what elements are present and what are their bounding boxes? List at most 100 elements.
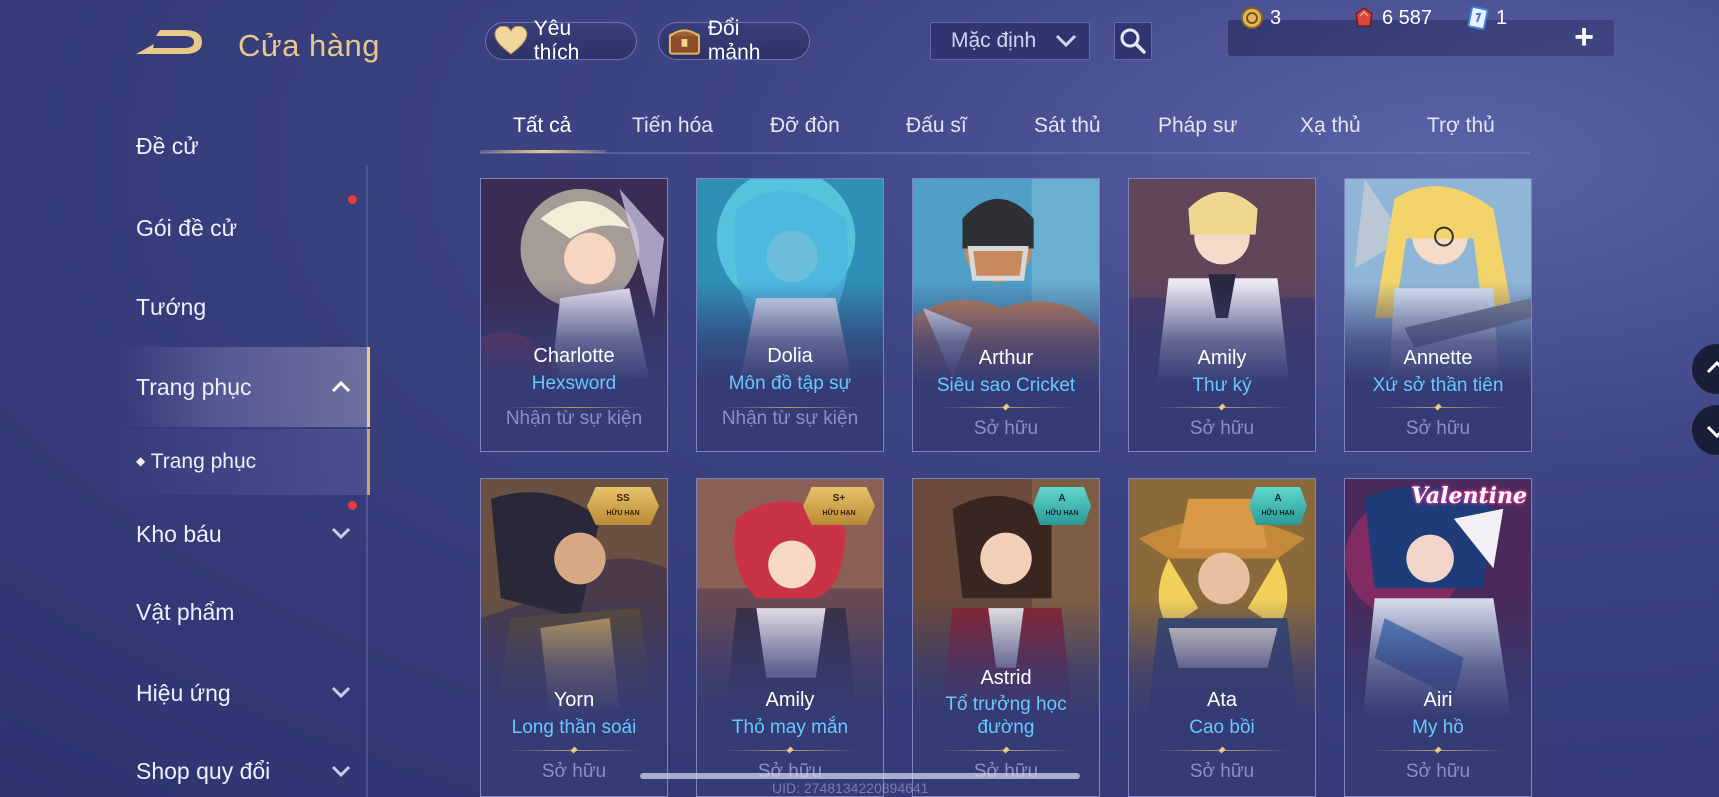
tab-tank[interactable]: Đỡ đòn xyxy=(770,114,840,138)
tab-evolution[interactable]: Tiến hóa xyxy=(632,114,713,138)
tier-badge: S+ HỮU HẠN xyxy=(803,487,875,525)
tab-all[interactable]: Tất cả xyxy=(513,114,571,138)
sidebar-item-label: Vật phẩm xyxy=(136,599,235,625)
search-icon xyxy=(1120,28,1146,54)
tier-badge-sub: HỮU HẠN xyxy=(1261,510,1295,517)
heart-icon xyxy=(494,26,528,55)
sidebar-item-label: Tướng xyxy=(136,294,207,320)
tab-mage[interactable]: Pháp sư xyxy=(1158,114,1237,138)
category-tabs: Tất cả Tiến hóa Đỡ đòn Đấu sĩ Sát thủ Ph… xyxy=(480,108,1530,154)
back-button[interactable] xyxy=(132,22,212,70)
user-id: UID: 2748134220894641 xyxy=(772,780,929,796)
treasure-chest-icon xyxy=(668,29,700,55)
sidebar-item-label: Gói đề cử xyxy=(136,215,238,241)
active-tab-indicator xyxy=(480,150,606,153)
skin-name: Hexsword xyxy=(531,373,617,394)
notification-dot xyxy=(348,195,357,204)
tier-badge-label: A xyxy=(1058,493,1066,504)
sidebar-item-skins[interactable]: Trang phục xyxy=(136,374,252,401)
scroll-down-button[interactable] xyxy=(1692,405,1719,455)
search-button[interactable] xyxy=(1114,22,1152,60)
skin-card[interactable]: Amily Thư ký Sở hữu xyxy=(1128,178,1316,452)
sidebar-item-exchange-shop[interactable]: Shop quy đổi xyxy=(136,758,270,785)
add-currency-button[interactable]: + xyxy=(1569,17,1599,56)
tier-badge-sub: HỮU HẠN xyxy=(606,510,640,517)
sidebar-subitem-skins[interactable]: ◆ Trang phục xyxy=(136,450,256,474)
sidebar-item-label: Hiệu ứng xyxy=(136,680,231,706)
sidebar-item-recommended-packs[interactable]: Gói đề cử xyxy=(136,215,237,242)
tab-assassin[interactable]: Sát thủ xyxy=(1034,114,1101,138)
chevron-down-icon[interactable] xyxy=(330,760,352,782)
voucher-balance: 3 xyxy=(1240,6,1281,30)
skin-card[interactable]: A HỮU HẠN Ata Cao bồi Sở hữu xyxy=(1128,478,1316,797)
hero-name: Yorn xyxy=(553,689,595,711)
sort-dropdown[interactable]: Mặc định xyxy=(930,22,1090,60)
skin-card[interactable]: Charlotte Hexsword Nhận từ sự kiện xyxy=(480,178,668,452)
card-status: Sở hữu xyxy=(973,418,1039,439)
sidebar-item-label: Đề cử xyxy=(136,133,199,159)
sidebar-item-treasure[interactable]: Kho báu xyxy=(136,521,222,548)
plus-icon: + xyxy=(1574,17,1594,56)
hero-name: Airi xyxy=(1423,689,1453,711)
tab-fighter[interactable]: Đấu sĩ xyxy=(906,114,967,138)
sidebar-item-label: Kho báu xyxy=(136,521,222,547)
sidebar-item-items[interactable]: Vật phẩm xyxy=(136,599,234,626)
hero-name: Dolia xyxy=(767,345,813,367)
page-title: Cửa hàng xyxy=(238,28,380,63)
scroll-up-button[interactable] xyxy=(1692,344,1719,394)
exchange-label: Đổi mảnh xyxy=(707,17,761,64)
chevron-down-icon xyxy=(1706,425,1719,439)
tier-badge: SS HỮU HẠN xyxy=(587,487,659,525)
favorite-button[interactable]: Yêu thích xyxy=(485,17,637,64)
sort-value: Mặc định xyxy=(951,29,1037,52)
exchange-fragment-button[interactable]: Đổi mảnh xyxy=(658,17,810,64)
tier-badge-label: S+ xyxy=(832,493,846,504)
sidebar-item-label: Trang phục xyxy=(136,374,252,400)
skin-card[interactable]: Valentine Airi My hồ Sở hữu xyxy=(1344,478,1532,797)
skin-name: Cao bồi xyxy=(1189,717,1255,738)
skin-name: My hồ xyxy=(1412,717,1464,738)
chevron-down-icon[interactable] xyxy=(330,681,352,703)
card-status: Sở hữu xyxy=(1405,761,1471,782)
home-indicator-bar xyxy=(640,773,1080,779)
hero-name: Arthur xyxy=(978,347,1034,369)
skin-name: Thỏ may mắn xyxy=(731,717,849,738)
tier-badge-label: A xyxy=(1274,493,1282,504)
chevron-down-icon[interactable] xyxy=(330,522,352,544)
skin-card[interactable]: A HỮU HẠN Astrid Tổ trưởng học đường Sở … xyxy=(912,478,1100,797)
hero-name: Ata xyxy=(1206,689,1238,711)
tier-badge: A HỮU HẠN xyxy=(1249,487,1307,525)
skin-card[interactable]: Annette Xứ sở thần tiên Sở hữu xyxy=(1344,178,1532,452)
top-bar: Cửa hàng Yêu thích Đổi mảnh Mặc định 3 6… xyxy=(0,0,1719,90)
card-status: Sở hữu xyxy=(1189,761,1255,782)
skin-grid: Charlotte Hexsword Nhận từ sự kiện Dolia… xyxy=(480,178,1532,797)
tab-support[interactable]: Trợ thủ xyxy=(1427,114,1495,138)
coupon-amount: 6 587 xyxy=(1382,6,1433,29)
chevron-up-icon[interactable] xyxy=(330,376,352,398)
skin-name: Tổ trưởng học đường xyxy=(945,694,1067,738)
skin-card[interactable]: Arthur Siêu sao Cricket Sở hữu xyxy=(912,178,1100,452)
tab-marksman[interactable]: Xạ thủ xyxy=(1300,114,1361,138)
voucher-amount: 3 xyxy=(1270,6,1282,29)
skin-name: Long thần soái xyxy=(511,717,637,738)
notification-dot xyxy=(348,501,357,510)
skin-card[interactable]: Dolia Môn đồ tập sự Nhận từ sự kiện xyxy=(696,178,884,452)
tier-badge-sub: HỮU HẠN xyxy=(1045,510,1079,517)
card-status: Sở hữu xyxy=(1189,418,1255,439)
card-status: Sở hữu xyxy=(1405,418,1471,439)
tier-badge: A HỮU HẠN xyxy=(1033,487,1091,525)
card-status: Nhận từ sự kiện xyxy=(505,408,643,429)
skin-card[interactable]: S+ HỮU HẠN Amily Thỏ may mắn Sở hữu xyxy=(696,478,884,797)
skin-name: Môn đồ tập sự xyxy=(728,373,852,394)
hero-name: Amily xyxy=(765,689,815,711)
sidebar-item-heroes[interactable]: Tướng xyxy=(136,294,206,321)
sidebar-item-effects[interactable]: Hiệu ứng xyxy=(136,680,231,707)
skin-card[interactable]: SS HỮU HẠN Yorn Long thần soái Sở hữu xyxy=(480,478,668,797)
valentine-tag: Valentine xyxy=(1410,483,1527,509)
skin-name: Xứ sở thần tiên xyxy=(1372,375,1504,396)
back-arrow-icon xyxy=(136,30,202,54)
voucher-coin-icon xyxy=(1241,7,1263,29)
sidebar-item-recommended[interactable]: Đề cử xyxy=(136,133,199,160)
tier-badge-sub: HỮU HẠN xyxy=(822,510,856,517)
skin-card-icon xyxy=(1467,6,1489,30)
